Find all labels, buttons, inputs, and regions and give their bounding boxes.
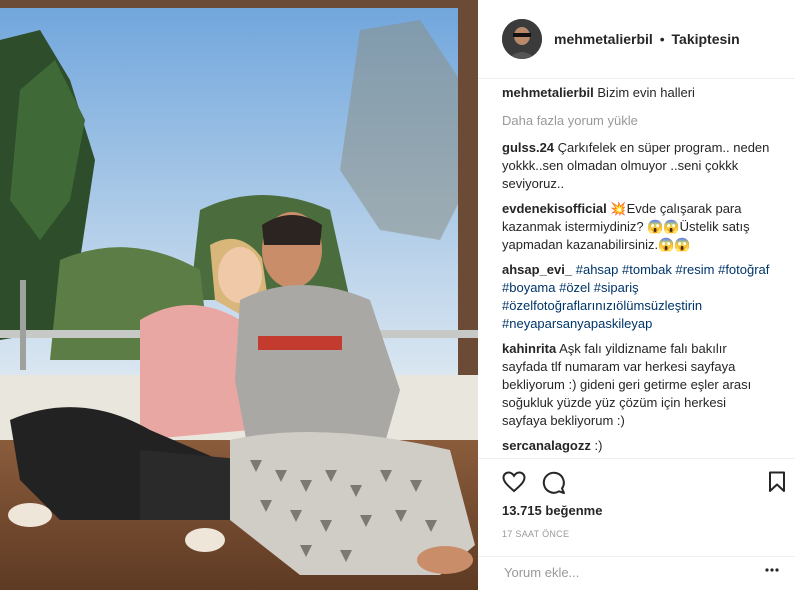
post-sidebar: mehmetalierbil • Takiptesin mehmetalierb… <box>478 0 795 590</box>
comment-item: kahinrita Aşk falı yildizname falı bakıl… <box>502 340 772 430</box>
bookmark-icon[interactable] <box>768 471 786 493</box>
action-bar <box>478 458 795 505</box>
comment-item: ahsap_evi_ #ahsap #tombak #resim #fotoğr… <box>502 261 772 333</box>
comment-username[interactable]: evdenekisofficial <box>502 201 607 216</box>
post-header: mehmetalierbil • Takiptesin <box>478 0 795 79</box>
post-image <box>0 0 478 590</box>
like-count[interactable]: 13.715 beğenme <box>502 503 602 518</box>
add-comment-bar <box>478 556 795 591</box>
comment-input[interactable] <box>502 564 746 581</box>
comment-item: sercanalagozz :) <box>502 437 772 455</box>
follow-status[interactable]: Takiptesin <box>672 31 740 47</box>
comment-username[interactable]: gulss.24 <box>502 140 554 155</box>
comment-item: evdenekisofficial 💥Evde çalışarak para k… <box>502 200 772 254</box>
comment-text: :) <box>594 438 603 453</box>
comment-list: mehmetalierbil Bizim evin halleri Daha f… <box>502 84 772 459</box>
header-text: mehmetalierbil • Takiptesin <box>554 31 740 47</box>
avatar-image <box>502 19 542 59</box>
caption-text: Bizim evin halleri <box>597 85 695 100</box>
more-icon[interactable] <box>765 568 779 572</box>
caption-username[interactable]: mehmetalierbil <box>502 85 594 100</box>
comment-username[interactable]: ahsap_evi_ <box>502 262 572 277</box>
comment-item: gulss.24 Çarkıfelek en süper program.. n… <box>502 139 772 193</box>
action-icons <box>478 459 795 505</box>
header-separator: • <box>659 31 665 47</box>
load-more-comments[interactable]: Daha fazla yorum yükle <box>502 112 772 130</box>
comment-username[interactable]: sercanalagozz <box>502 438 591 453</box>
post-timestamp: 17 SAAT ÖNCE <box>502 529 570 539</box>
heart-icon[interactable] <box>502 471 526 493</box>
avatar[interactable] <box>502 19 542 59</box>
header-username[interactable]: mehmetalierbil <box>554 31 653 47</box>
comment-icon[interactable] <box>542 471 566 495</box>
comment-username[interactable]: kahinrita <box>502 341 556 356</box>
post-photo[interactable] <box>0 0 478 590</box>
instagram-post-modal: mehmetalierbil • Takiptesin mehmetalierb… <box>0 0 795 590</box>
caption: mehmetalierbil Bizim evin halleri <box>502 84 772 102</box>
